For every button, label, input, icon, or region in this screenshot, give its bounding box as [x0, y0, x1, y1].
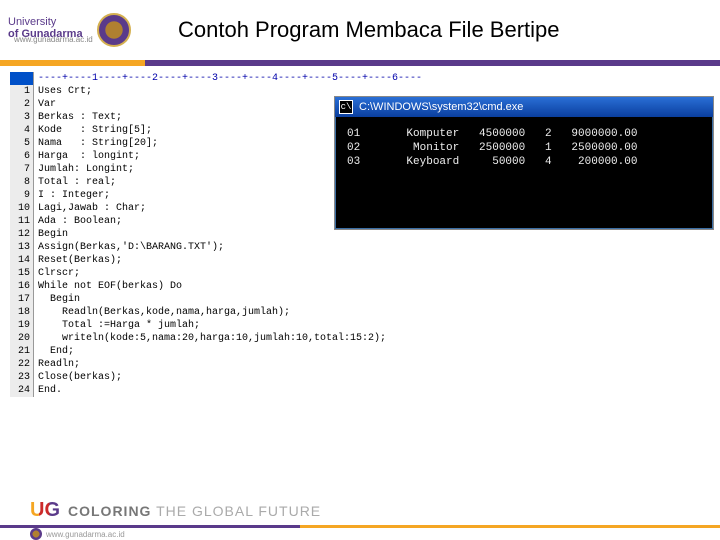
code-line: 21 End;: [10, 345, 710, 358]
line-number: 9: [10, 189, 34, 202]
cmd-icon: c\: [339, 100, 353, 114]
line-number: 6: [10, 150, 34, 163]
university-seal-icon: [97, 13, 131, 47]
code-text: Kode : String[5];: [38, 125, 152, 136]
footer-logo-block: UG COLORING THE GLOBAL FUTURE: [30, 499, 321, 522]
line-number: 4: [10, 124, 34, 137]
line-number: 17: [10, 293, 34, 306]
line-number: 8: [10, 176, 34, 189]
code-text: End.: [38, 385, 62, 396]
line-number: 19: [10, 319, 34, 332]
code-text: Harga : longint;: [38, 151, 140, 162]
cmd-output: 01 Komputer 4500000 2 9000000.00 02 Moni…: [335, 117, 713, 229]
code-text: Reset(Berkas);: [38, 255, 122, 266]
code-text: Uses Crt;: [38, 86, 92, 97]
code-text: Jumlah: Longint;: [38, 164, 134, 175]
university-name-line1: University: [8, 16, 93, 28]
code-text: Clrscr;: [38, 268, 80, 279]
line-number: 13: [10, 241, 34, 254]
code-text: writeln(kode:5,nama:20,harga:10,jumlah:1…: [38, 333, 386, 344]
code-text: Readln(Berkas,kode,nama,harga,jumlah);: [38, 307, 290, 318]
code-text: Berkas : Text;: [38, 112, 122, 123]
code-line: 23 Close(berkas);: [10, 371, 710, 384]
code-text: Total : real;: [38, 177, 116, 188]
line-number: 11: [10, 215, 34, 228]
line-number: 16: [10, 280, 34, 293]
code-text: Assign(Berkas,'D:\BARANG.TXT');: [38, 242, 224, 253]
university-logo-block: University of Gunadarma www.gunadarma.ac…: [8, 13, 158, 47]
line-number: 12: [10, 228, 34, 241]
footer-seal-icon: [30, 528, 42, 540]
code-line: 22 Readln;: [10, 358, 710, 371]
slide-header: University of Gunadarma www.gunadarma.ac…: [0, 0, 720, 60]
line-number: 18: [10, 306, 34, 319]
line-number: 2: [10, 98, 34, 111]
code-text: End;: [38, 346, 74, 357]
code-line: 20 writeln(kode:5,nama:20,harga:10,jumla…: [10, 332, 710, 345]
code-line: 15 Clrscr;: [10, 267, 710, 280]
code-line: 17 Begin: [10, 293, 710, 306]
code-text: Begin: [38, 294, 80, 305]
footer-url: www.gunadarma.ac.id: [46, 530, 125, 539]
cmd-window: c\ C:\WINDOWS\system32\cmd.exe 01 Komput…: [334, 96, 714, 230]
code-text: Nama : String[20];: [38, 138, 158, 149]
code-line: 13 Assign(Berkas,'D:\BARANG.TXT');: [10, 241, 710, 254]
line-number: 21: [10, 345, 34, 358]
line-number: 3: [10, 111, 34, 124]
slide-title: Contoh Program Membaca File Bertipe: [166, 17, 712, 43]
cmd-titlebar[interactable]: c\ C:\WINDOWS\system32\cmd.exe: [335, 97, 713, 117]
code-text: Ada : Boolean;: [38, 216, 122, 227]
code-text: Begin: [38, 229, 68, 240]
cmd-title: C:\WINDOWS\system32\cmd.exe: [359, 101, 523, 113]
code-line: 18 Readln(Berkas,kode,nama,harga,jumlah)…: [10, 306, 710, 319]
ug-badge: UG: [30, 499, 60, 522]
line-number: 7: [10, 163, 34, 176]
code-text: Close(berkas);: [38, 372, 122, 383]
code-line: 24 End.: [10, 384, 710, 397]
code-text: While not EOF(berkas) Do: [38, 281, 182, 292]
line-number: 20: [10, 332, 34, 345]
code-text: Readln;: [38, 359, 80, 370]
editor-ruler: ----+----1----+----2----+----3----+----4…: [10, 72, 710, 85]
code-line: 16 While not EOF(berkas) Do: [10, 280, 710, 293]
line-number: 1: [10, 85, 34, 98]
code-text: Total :=Harga * jumlah;: [38, 320, 200, 331]
university-url: www.gunadarma.ac.id: [14, 36, 93, 45]
code-text: Var: [38, 99, 56, 110]
line-number: 23: [10, 371, 34, 384]
footer-seal: www.gunadarma.ac.id: [30, 528, 125, 540]
line-number: 15: [10, 267, 34, 280]
code-text: Lagi,Jawab : Char;: [38, 203, 146, 214]
university-name: University of Gunadarma www.gunadarma.ac…: [8, 16, 93, 45]
line-number: 10: [10, 202, 34, 215]
line-number: 14: [10, 254, 34, 267]
slide-content: ----+----1----+----2----+----3----+----4…: [0, 66, 720, 486]
line-number: 5: [10, 137, 34, 150]
code-text: I : Integer;: [38, 190, 110, 201]
code-line: 19 Total :=Harga * jumlah;: [10, 319, 710, 332]
line-number: 24: [10, 384, 34, 397]
footer-tagline: COLORING THE GLOBAL FUTURE: [68, 503, 321, 519]
slide-footer: UG COLORING THE GLOBAL FUTURE www.gunada…: [0, 492, 720, 540]
code-line: 14 Reset(Berkas);: [10, 254, 710, 267]
line-number: 22: [10, 358, 34, 371]
